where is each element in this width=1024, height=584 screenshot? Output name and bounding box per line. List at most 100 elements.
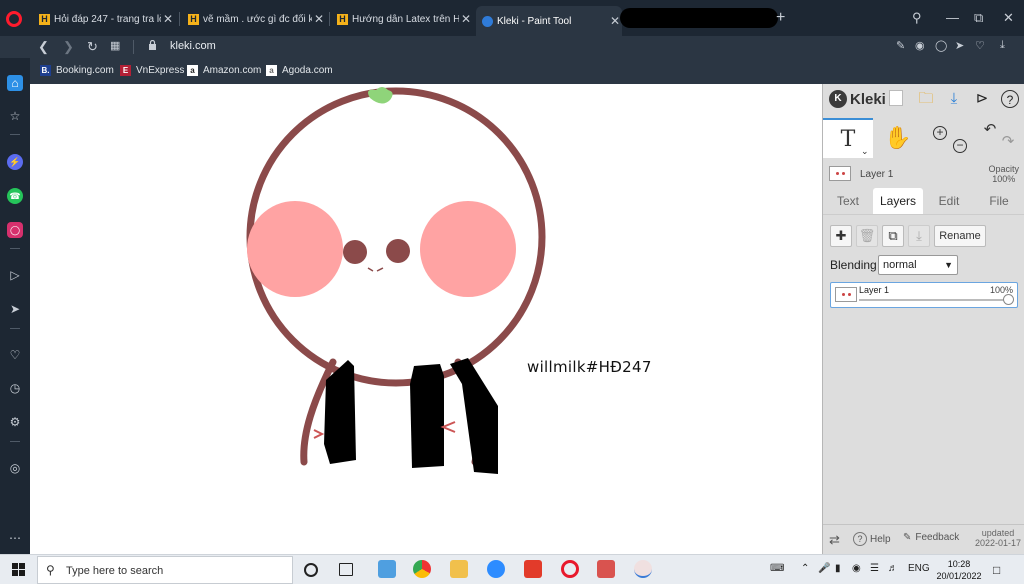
- layer-opacity-slider-handle[interactable]: [1003, 294, 1014, 305]
- duplicate-layer-icon[interactable]: ⧉: [882, 225, 904, 247]
- camera-icon[interactable]: ◉: [852, 563, 861, 574]
- tab-layers[interactable]: Layers: [873, 188, 923, 214]
- chrome-app-icon[interactable]: [413, 560, 431, 578]
- tab-hoidap-1[interactable]: H Hỏi đáp 247 - trang tra lời ✕: [33, 8, 175, 30]
- battery-icon[interactable]: ▮: [835, 563, 841, 574]
- h-favicon-icon: H: [337, 13, 348, 25]
- snapshot-icon[interactable]: ◉: [915, 39, 925, 52]
- input-language[interactable]: ENG: [908, 563, 930, 574]
- explorer-app-icon[interactable]: [378, 560, 396, 578]
- tab-hoidap-3[interactable]: H Hướng dẫn Latex trên Hoid ✕: [331, 8, 473, 30]
- undo-icon[interactable]: ↶: [981, 118, 999, 158]
- tab-kleki[interactable]: Kleki - Paint Tool ✕: [476, 6, 622, 36]
- close-icon[interactable]: ✕: [459, 12, 473, 26]
- more-options-icon[interactable]: ⋯: [7, 530, 23, 546]
- address-separator: [133, 40, 134, 54]
- opera-logo-icon[interactable]: [6, 11, 22, 27]
- blending-label: Blending: [830, 258, 877, 272]
- browser-search-icon[interactable]: ⚲: [912, 10, 922, 26]
- close-icon[interactable]: ✕: [161, 12, 175, 26]
- history-clock-icon[interactable]: ◷: [7, 380, 23, 396]
- speed-dial-icon[interactable]: ▦: [110, 39, 120, 52]
- task-view-icon[interactable]: [339, 563, 353, 576]
- home-icon[interactable]: ⌂: [7, 75, 23, 91]
- layer-thumbnail: [829, 166, 851, 181]
- microphone-icon[interactable]: 🎤: [818, 563, 830, 574]
- text-tool-button[interactable]: T ⌄: [823, 118, 873, 158]
- bookmark-vnexpress[interactable]: E VnExpress: [120, 65, 184, 76]
- player-icon[interactable]: ▷: [7, 267, 23, 283]
- open-folder-icon[interactable]: 🗀: [917, 90, 935, 108]
- zoom-app-icon[interactable]: [487, 560, 505, 578]
- wifi-icon[interactable]: ☰: [870, 563, 879, 574]
- amazon-icon: a: [187, 65, 198, 76]
- window-close-icon[interactable]: ✕: [1003, 10, 1014, 26]
- layer-item-name: Layer 1: [859, 285, 890, 295]
- bookmarks-star-icon[interactable]: ☆: [7, 108, 23, 124]
- heart-icon[interactable]: ♡: [975, 39, 985, 52]
- hand-tool-icon[interactable]: ✋: [883, 118, 913, 158]
- share-icon[interactable]: ✎: [896, 39, 905, 52]
- zoom-in-icon[interactable]: +: [933, 126, 947, 140]
- delete-layer-icon[interactable]: 🗑: [856, 225, 878, 247]
- volume-icon[interactable]: ♬: [888, 563, 898, 574]
- bookmark-amazon[interactable]: a Amazon.com: [187, 65, 261, 76]
- extension-icon[interactable]: ◯: [935, 39, 947, 52]
- new-tab-button[interactable]: +: [776, 9, 785, 27]
- browser-tab-bar: H Hỏi đáp 247 - trang tra lời ✕ H vẽ mầm…: [0, 0, 1024, 36]
- downloads-icon[interactable]: ⤓: [1000, 39, 1005, 52]
- settings-gear-icon[interactable]: ⚙: [7, 414, 23, 430]
- file-explorer-icon[interactable]: [450, 560, 468, 578]
- close-icon[interactable]: ✕: [312, 12, 326, 26]
- snipping-app-icon[interactable]: [597, 560, 615, 578]
- swap-sides-icon[interactable]: ⇄: [829, 532, 840, 548]
- share-icon[interactable]: ⊳: [973, 90, 991, 108]
- opera-app-icon[interactable]: [561, 560, 579, 578]
- tab-edit[interactable]: Edit: [927, 188, 971, 214]
- help-icon: ?: [853, 532, 867, 546]
- whatsapp-icon[interactable]: ☎: [7, 188, 23, 204]
- heart-icon[interactable]: ♡: [7, 347, 23, 363]
- booking-icon: B.: [40, 65, 51, 76]
- cortana-icon[interactable]: [304, 563, 318, 577]
- layer-opacity-track[interactable]: [859, 299, 1009, 301]
- messenger-icon[interactable]: ⚡: [7, 154, 23, 170]
- layer-list-item[interactable]: Layer 1 100%: [830, 282, 1018, 308]
- rename-layer-button[interactable]: Rename: [934, 225, 986, 247]
- tray-expand-icon[interactable]: ⌃: [801, 563, 809, 574]
- wps-app-icon[interactable]: [524, 560, 542, 578]
- bookmark-agoda[interactable]: a Agoda.com: [266, 65, 333, 76]
- taskbar-search-box[interactable]: ⚲ Type here to search: [37, 556, 293, 584]
- notifications-icon[interactable]: □: [993, 563, 1000, 577]
- taskbar-clock[interactable]: 10:28 20/01/2022: [934, 558, 984, 582]
- keyboard-icon[interactable]: ⌨: [770, 563, 784, 574]
- help-icon[interactable]: ?: [1001, 90, 1019, 108]
- forward-icon[interactable]: ❯: [63, 39, 74, 55]
- opera-sidebar: ⌂ ☆ ⚡ ☎ ◯ ▷ ➤ ♡ ◷ ⚙ ◎ ⋯: [0, 58, 30, 554]
- reload-icon[interactable]: ↻: [87, 39, 98, 55]
- minimize-icon[interactable]: —: [946, 10, 959, 25]
- instagram-icon[interactable]: ◯: [7, 222, 23, 238]
- add-layer-button[interactable]: ✚: [830, 225, 852, 247]
- help-link[interactable]: ? Help: [853, 532, 891, 546]
- bookmark-booking[interactable]: B. Booking.com: [40, 65, 114, 76]
- merge-down-icon[interactable]: ⤓: [908, 225, 930, 247]
- send-icon[interactable]: ➤: [955, 39, 964, 52]
- url-field[interactable]: kleki.com: [170, 40, 216, 52]
- send-arrow-icon[interactable]: ➤: [7, 301, 23, 317]
- download-icon[interactable]: ⤓: [945, 90, 963, 108]
- drawing-canvas[interactable]: willmilk#HĐ247: [30, 84, 822, 554]
- kleki-logo[interactable]: K Kleki: [829, 90, 886, 108]
- paint-app-icon[interactable]: [634, 560, 652, 578]
- tab-hoidap-2[interactable]: H vẽ mầm . ước gì đc đổi kèo ✕: [182, 8, 326, 30]
- blending-select[interactable]: normal ▼: [878, 255, 958, 275]
- back-icon[interactable]: ❮: [38, 39, 49, 55]
- windows-start-icon[interactable]: [12, 563, 25, 576]
- tab-text[interactable]: Text: [827, 188, 869, 214]
- feedback-link[interactable]: ✎ Feedback: [903, 532, 959, 543]
- new-image-icon[interactable]: [889, 90, 903, 106]
- tab-file[interactable]: File: [977, 188, 1021, 214]
- restore-icon[interactable]: ⧉: [974, 10, 983, 26]
- lightbulb-icon[interactable]: ◎: [7, 460, 23, 476]
- zoom-out-icon[interactable]: −: [953, 139, 967, 153]
